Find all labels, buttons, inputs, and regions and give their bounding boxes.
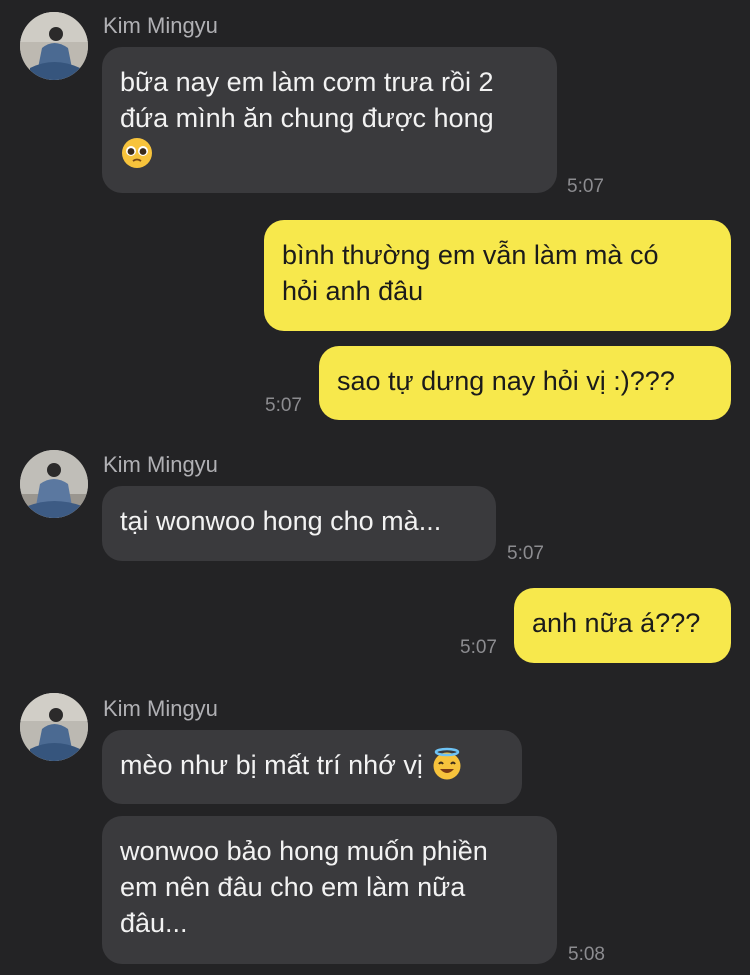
message-text: bình thường em vẫn làm mà có hỏi anh đâu <box>282 240 659 306</box>
sender-name: Kim Mingyu <box>103 452 218 477</box>
message-bubble[interactable]: tại wonwoo hong cho mà... <box>102 486 496 561</box>
timestamp: 5:07 <box>265 395 302 416</box>
timestamp: 5:07 <box>460 637 497 658</box>
message-text: tại wonwoo hong cho mà... <box>120 506 442 536</box>
timestamp: 5:07 <box>567 176 604 197</box>
message-bubble[interactable]: bình thường em vẫn làm mà có hỏi anh đâu <box>264 220 731 331</box>
avatar[interactable] <box>20 12 88 80</box>
message-text: sao tự dưng nay hỏi vị :)??? <box>337 366 675 396</box>
message-bubble[interactable]: mèo như bị mất trí nhớ vị <box>102 730 522 804</box>
message-bubble[interactable]: anh nữa á??? <box>514 588 731 663</box>
timestamp: 5:08 <box>568 944 605 965</box>
message-bubble[interactable]: bữa nay em làm cơm trưa rồi 2 đứa mình ă… <box>102 47 557 193</box>
message-text: bữa nay em làm cơm trưa rồi 2 đứa mình ă… <box>120 67 494 133</box>
sender-name: Kim Mingyu <box>103 696 218 721</box>
avatar[interactable] <box>20 450 88 518</box>
message-text: wonwoo bảo hong muốn phiền em nên đâu ch… <box>120 836 488 938</box>
smiling-face-with-halo-icon <box>430 747 464 781</box>
message-text: anh nữa á??? <box>532 608 701 638</box>
message-text: mèo như bị mất trí nhớ vị <box>120 750 423 780</box>
pleading-face-icon <box>120 136 154 170</box>
sender-name: Kim Mingyu <box>103 13 218 38</box>
avatar[interactable] <box>20 693 88 761</box>
message-bubble[interactable]: wonwoo bảo hong muốn phiền em nên đâu ch… <box>102 816 557 964</box>
message-bubble[interactable]: sao tự dưng nay hỏi vị :)??? <box>319 346 731 420</box>
timestamp: 5:07 <box>507 543 544 564</box>
